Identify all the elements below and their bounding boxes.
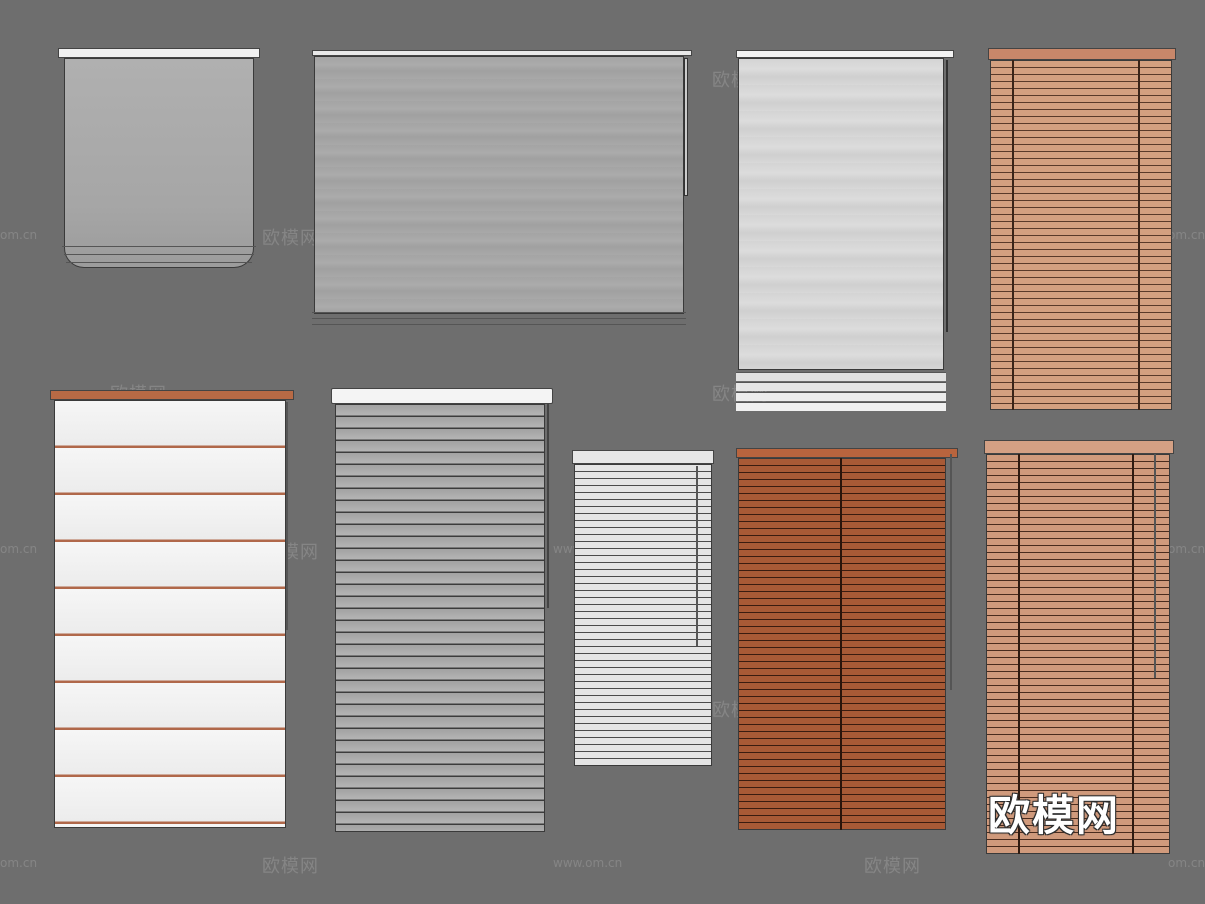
head-rail — [58, 48, 260, 58]
brand-logo: 欧模网 — [988, 791, 1121, 840]
slat-stack — [738, 458, 946, 830]
head-rail — [50, 390, 294, 400]
fabric-panel — [314, 56, 684, 314]
watermark-url: om.cn — [1168, 856, 1205, 870]
fabric-fold — [736, 382, 946, 391]
head-rail — [331, 388, 553, 404]
fabric-fold — [312, 324, 686, 328]
ladder-cord — [840, 458, 842, 830]
ladder-cord — [1012, 60, 1014, 410]
pull-cord — [684, 58, 688, 196]
roman-shade-large — [312, 50, 692, 330]
fabric-fold — [66, 262, 252, 266]
pull-cord — [1154, 454, 1156, 678]
wood-venetian-dark — [736, 448, 958, 832]
watermark-text: 欧模网 — [864, 856, 921, 877]
slat-stack — [574, 464, 712, 766]
head-rail — [988, 48, 1176, 60]
watermark-text: 欧模网 — [262, 228, 319, 249]
pull-cord — [946, 60, 948, 332]
slat-stack — [990, 60, 1172, 410]
watermark-url: www.om.cn — [553, 856, 623, 870]
fabric-fold — [64, 254, 254, 258]
fabric-fold — [62, 246, 256, 250]
roman-shade-small — [58, 48, 260, 280]
fabric-panel — [738, 58, 944, 370]
pull-cord — [696, 466, 698, 646]
watermark-url: om.cn — [0, 228, 38, 242]
ladder-cord — [1138, 60, 1140, 410]
slat-stack — [335, 404, 545, 832]
fabric-fold — [736, 402, 946, 411]
head-rail — [736, 448, 958, 458]
pull-cord — [286, 402, 288, 630]
fabric-fold — [312, 318, 686, 322]
roman-panel-white — [50, 390, 294, 832]
venetian-white-small — [572, 450, 714, 768]
head-rail — [736, 50, 954, 58]
watermark-text: 欧模网 — [262, 856, 319, 877]
wood-venetian-light — [988, 48, 1176, 414]
roman-shade-tall — [736, 50, 954, 412]
fabric-panel — [64, 58, 254, 268]
fabric-fold — [736, 372, 946, 381]
ladder-cord — [1132, 454, 1134, 854]
fabric-fold — [736, 392, 946, 401]
fabric-panel — [54, 400, 286, 828]
pull-cord — [950, 454, 952, 690]
pull-cord — [547, 404, 549, 608]
watermark-url: om.cn — [0, 856, 38, 870]
head-rail — [984, 440, 1174, 454]
venetian-gray — [331, 388, 553, 834]
head-rail — [572, 450, 714, 464]
canvas: { "watermark": { "cn": "欧模网", "url": "ww… — [0, 0, 1205, 904]
fabric-fold — [312, 312, 686, 316]
watermark-url: om.cn — [0, 542, 38, 556]
